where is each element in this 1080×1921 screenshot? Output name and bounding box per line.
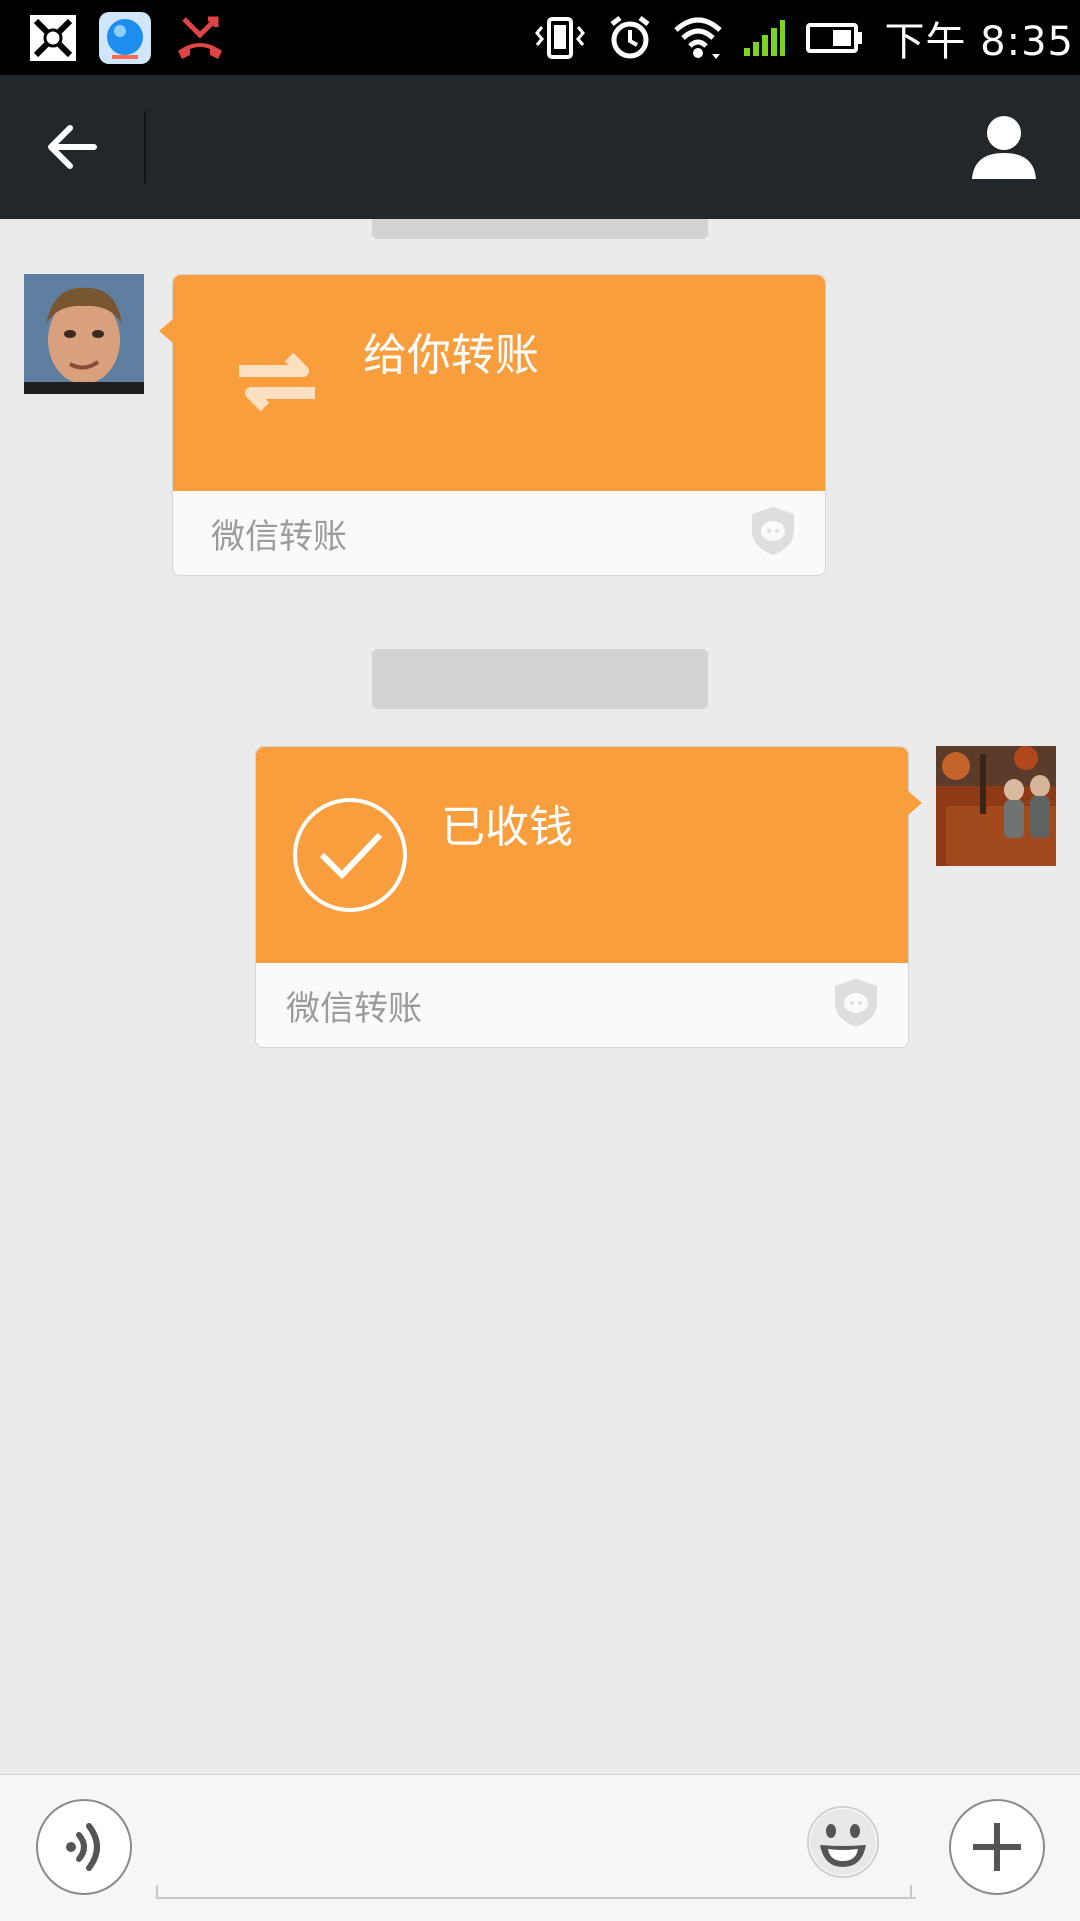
action-bar-divider xyxy=(144,111,146,183)
emoji-icon[interactable] xyxy=(806,1805,880,1879)
chat-info-button[interactable] xyxy=(968,111,1040,183)
bubble-tail xyxy=(159,319,173,343)
profile-icon xyxy=(972,116,1036,179)
voice-icon xyxy=(66,1823,100,1871)
input-underline xyxy=(156,1885,912,1897)
message-input[interactable] xyxy=(156,1795,916,1899)
transfer-title: 给你转账 xyxy=(363,330,539,381)
my-avatar[interactable] xyxy=(936,746,1056,866)
transfer-source-label: 微信转账 xyxy=(211,517,347,557)
battery-icon xyxy=(806,23,863,53)
signal-icon xyxy=(744,20,786,56)
more-options-button[interactable] xyxy=(949,1799,1045,1895)
app-notification-icon xyxy=(30,15,76,61)
action-bar xyxy=(0,75,1080,219)
chat-area[interactable]: 给你转账 微信转账 已收钱 微信转账 xyxy=(0,219,1080,1774)
transfer-arrows-icon xyxy=(239,352,315,412)
wechat-pay-shield-icon xyxy=(835,979,877,1027)
system-icons: 下午 8:35 xyxy=(534,8,1074,68)
avatar-image xyxy=(24,274,144,394)
transfer-message-outgoing[interactable]: 已收钱 微信转账 xyxy=(255,746,922,1048)
clock: 下午 8:35 xyxy=(884,19,1074,65)
chat-input-bar xyxy=(0,1774,1080,1921)
avatar-image xyxy=(936,746,1056,866)
checkmark-circle-icon xyxy=(293,798,407,912)
transfer-source-label: 微信转账 xyxy=(286,989,422,1029)
browser-icon xyxy=(99,12,151,64)
bubble-tail xyxy=(908,791,922,815)
alarm-icon xyxy=(610,16,650,59)
timestamp-pill xyxy=(372,649,708,709)
notification-icons xyxy=(28,10,228,66)
plus-icon xyxy=(973,1823,1021,1871)
vibrate-icon xyxy=(535,17,586,59)
contact-avatar[interactable] xyxy=(24,274,144,394)
missed-call-icon xyxy=(178,16,222,59)
wechat-pay-shield-icon xyxy=(752,507,794,555)
wifi-icon xyxy=(674,17,723,59)
timestamp-pill xyxy=(372,219,708,239)
transfer-message-incoming[interactable]: 给你转账 微信转账 xyxy=(159,274,826,576)
voice-input-button[interactable] xyxy=(36,1799,132,1895)
back-button[interactable] xyxy=(30,105,114,189)
back-arrow-icon xyxy=(48,125,97,169)
transfer-card-header: 给你转账 xyxy=(173,275,825,491)
status-bar: 下午 8:35 xyxy=(0,0,1080,75)
transfer-card-header: 已收钱 xyxy=(256,747,908,963)
transfer-title: 已收钱 xyxy=(441,802,573,853)
